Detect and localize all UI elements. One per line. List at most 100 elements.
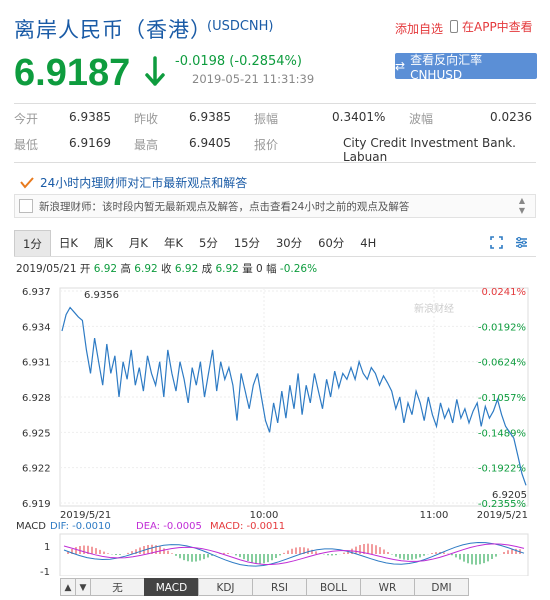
tab-period[interactable]: 60分 xyxy=(310,230,352,256)
amplitude-label: 振幅 xyxy=(254,112,279,126)
tab-period[interactable]: 15分 xyxy=(226,230,268,256)
indicator-button[interactable]: KDJ xyxy=(198,578,253,596)
down-arrow-icon xyxy=(144,56,166,92)
symbol-code: (USDCNH) xyxy=(207,19,274,34)
macd-tick: -1 xyxy=(40,567,50,576)
scroll-right-icon[interactable]: ▼ xyxy=(75,578,91,596)
watermark: 新浪财经 xyxy=(414,302,454,315)
macd-dif: DIF: -0.0010 xyxy=(50,521,111,532)
reverse-rate-label: 查看反向汇率 CNHUSD xyxy=(410,52,483,82)
bar-close-label: 收 xyxy=(161,263,172,275)
pct-tick-label: -0.1922% xyxy=(478,464,526,475)
bar-volume-label: 量 xyxy=(242,263,253,275)
period-tabs: 1分 日K 周K 月K 年K 5分 15分 30分 60分 4H xyxy=(14,229,536,257)
bar-high: 6.92 xyxy=(134,263,158,275)
scroll-arrows-icon[interactable]: ▲ ▼ xyxy=(519,196,525,216)
stats-table: 今开 6.9385 昨收 6.9385 振幅 0.3401% 波幅 0.0236… xyxy=(14,110,536,164)
macd-title: MACD xyxy=(16,521,46,532)
pct-tick-label: -0.0192% xyxy=(478,322,526,333)
indicator-button[interactable]: RSI xyxy=(252,578,307,596)
prev-close-value: 6.9385 xyxy=(189,110,231,124)
advisor-news-link[interactable]: 24小时内理财师对汇市最新观点和解答 xyxy=(20,174,247,191)
tab-period[interactable]: 1分 xyxy=(14,229,51,256)
low-label: 最低 xyxy=(14,138,39,152)
y-tick-label: 6.925 xyxy=(22,428,51,439)
prev-close-label: 昨收 xyxy=(134,112,159,126)
bar-date: 2019/05/21 xyxy=(16,263,77,275)
price-line xyxy=(61,306,527,486)
bar-change-label: 幅 xyxy=(266,263,277,275)
view-in-app-label: 在APP中查看 xyxy=(462,20,533,34)
avatar xyxy=(19,199,33,213)
indicator-button[interactable]: BOLL xyxy=(306,578,361,596)
x-tick-label: 2019/5/21 xyxy=(60,510,111,521)
fullscreen-icon[interactable] xyxy=(490,236,503,249)
reverse-rate-button[interactable]: ⇄ 查看反向汇率 CNHUSD xyxy=(395,52,537,82)
add-favorite-link[interactable]: 添加自选 xyxy=(395,20,443,37)
indicator-button[interactable]: WR xyxy=(360,578,415,596)
bar-high-label: 高 xyxy=(120,263,131,275)
y-tick-label: 6.928 xyxy=(22,393,51,404)
settings-icon[interactable] xyxy=(515,236,528,249)
y-tick-label: 6.934 xyxy=(22,322,51,333)
open-value: 6.9385 xyxy=(69,110,111,124)
trend-icon xyxy=(20,176,34,189)
bar-open-label: 开 xyxy=(79,263,91,275)
wave-value: 0.0236 xyxy=(490,110,532,124)
dif-line xyxy=(63,541,525,567)
price-chart[interactable]: 6.937 0.0241% 6.934 -0.0192% 6.931 -0.0624% 6.… xyxy=(14,280,536,576)
indicator-button[interactable]: MACD xyxy=(144,578,199,596)
bar-close: 6.92 xyxy=(174,263,199,275)
tab-period[interactable]: 日K xyxy=(51,230,86,256)
view-in-app-link[interactable]: 在APP中查看 xyxy=(450,18,533,35)
news-ticker[interactable]: 新浪理财师：该时段内暂无最新观点及解答，点击查看24小时之前的观点及解答 ▲ ▼ xyxy=(14,194,536,218)
divider xyxy=(14,103,536,104)
quote-source-value: City Credit Investment Bank. Labuan xyxy=(343,136,516,164)
macd-dea: DEA: -0.0005 xyxy=(136,521,202,532)
y-tick-label: 6.922 xyxy=(22,464,51,475)
page-title: 离岸人民币（香港） xyxy=(14,18,212,42)
pct-tick-label: 0.0241% xyxy=(482,287,527,298)
quote-time: 2019-05-21 11:31:39 xyxy=(192,72,315,86)
pct-tick-label: -0.1057% xyxy=(478,393,526,404)
low-value: 6.9169 xyxy=(69,136,111,150)
indicator-bar: ▲ ▼ 无 MACD KDJ RSI BOLL WR DMI xyxy=(60,578,535,596)
pct-tick-label: -0.0624% xyxy=(478,358,526,369)
high-value: 6.9405 xyxy=(189,136,231,150)
tab-period[interactable]: 周K xyxy=(86,230,121,256)
tab-period[interactable]: 4H xyxy=(352,230,384,256)
bar-volume: 0 xyxy=(256,263,263,275)
x-tick-label: 11:00 xyxy=(420,510,449,521)
divider xyxy=(14,162,536,163)
pct-tick-label: -0.1489% xyxy=(478,428,526,439)
open-label: 今开 xyxy=(14,112,39,126)
y-tick-label: 6.937 xyxy=(22,287,51,298)
x-tick-label: 10:00 xyxy=(250,510,279,521)
tab-period[interactable]: 30分 xyxy=(268,230,310,256)
bar-open: 6.92 xyxy=(93,263,118,275)
y-tick-label: 6.919 xyxy=(22,499,51,510)
tab-period[interactable]: 月K xyxy=(121,230,156,256)
news-message: 新浪理财师：该时段内暂无最新观点及解答，点击查看24小时之前的观点及解答 xyxy=(39,200,410,213)
current-price: 6.9187 xyxy=(14,52,131,94)
phone-icon xyxy=(450,20,458,33)
tab-period[interactable]: 5分 xyxy=(191,230,226,256)
y-tick-label: 6.931 xyxy=(22,358,51,369)
bar-last-label: 成 xyxy=(201,263,213,275)
bar-last: 6.92 xyxy=(215,263,239,275)
max-price-label: 6.9356 xyxy=(84,290,119,301)
indicator-button[interactable]: 无 xyxy=(90,578,145,596)
wave-label: 波幅 xyxy=(409,112,434,126)
high-label: 最高 xyxy=(134,138,159,152)
swap-icon: ⇄ xyxy=(395,59,406,73)
macd-tick: 1 xyxy=(44,542,50,553)
bar-info: 2019/05/21 开 6.92 高 6.92 收 6.92 成 6.92 量… xyxy=(16,261,317,276)
indicator-button[interactable]: DMI xyxy=(414,578,469,596)
last-price-label: 6.9205 xyxy=(492,490,527,501)
bar-change: -0.26% xyxy=(279,263,318,275)
scroll-left-icon[interactable]: ▲ xyxy=(60,578,76,596)
amplitude-value: 0.3401% xyxy=(332,110,386,124)
price-change: -0.0198 (-0.2854%) xyxy=(175,54,302,69)
tab-period[interactable]: 年K xyxy=(156,230,191,256)
quote-source-label: 报价 xyxy=(254,138,279,152)
